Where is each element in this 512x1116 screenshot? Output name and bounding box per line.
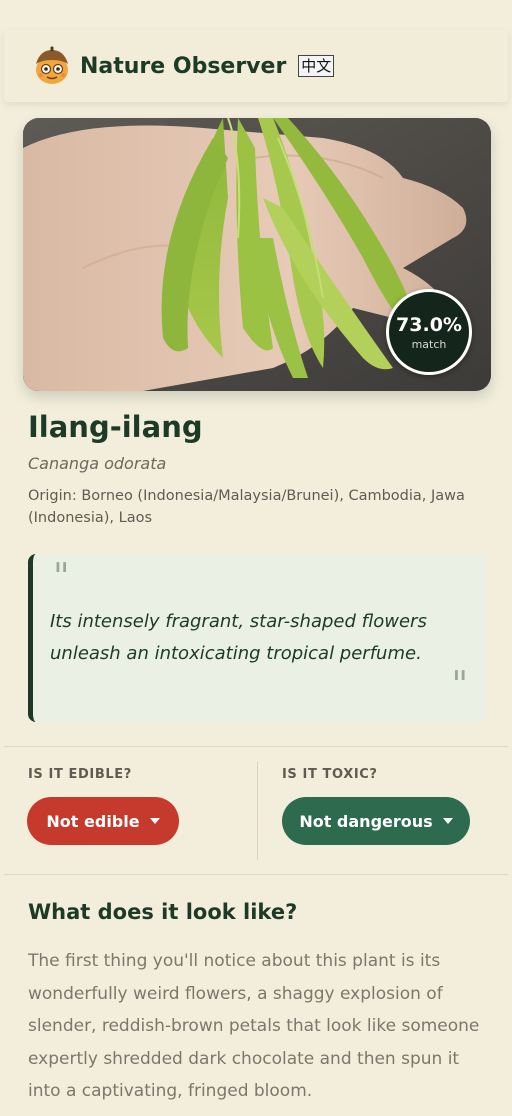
plant-origin: Origin: Borneo (Indonesia/Malaysia/Brune… (28, 488, 465, 526)
match-value: 73.0% (396, 313, 462, 336)
section-title: What does it look like? (28, 900, 298, 924)
edible-dropdown-button[interactable]: Not edible (27, 797, 179, 845)
plant-common-name: Ilang-ilang (28, 410, 203, 444)
caret-down-icon (442, 818, 453, 824)
toxic-value: Not dangerous (299, 811, 433, 831)
close-quote-icon: " (451, 665, 468, 706)
quote-text: Its intensely fragrant, star-shaped flow… (50, 611, 427, 664)
edible-value: Not edible (46, 811, 140, 831)
divider (4, 746, 508, 747)
vertical-divider (257, 762, 258, 860)
toxic-label: IS IT TOXIC? (282, 767, 378, 782)
app-title: Nature Observer (80, 53, 287, 79)
match-score-badge: 73.0% match (386, 289, 472, 375)
fun-fact-quote: " Its intensely fragrant, star-shaped fl… (28, 554, 486, 722)
language-toggle-button[interactable]: 中文 (298, 55, 335, 77)
app-header: Nature Observer 中文 (4, 30, 508, 102)
plant-scientific-name: Cananga odorata (28, 454, 167, 473)
open-quote-icon: " (53, 557, 70, 598)
toxic-dropdown-button[interactable]: Not dangerous (282, 797, 470, 845)
edible-label: IS IT EDIBLE? (28, 767, 132, 782)
section-body: The first thing you'll notice about this… (28, 951, 480, 1101)
divider (4, 874, 508, 875)
acorn-mascot-icon (36, 46, 68, 84)
caret-down-icon (149, 818, 160, 824)
match-label: match (411, 337, 447, 351)
